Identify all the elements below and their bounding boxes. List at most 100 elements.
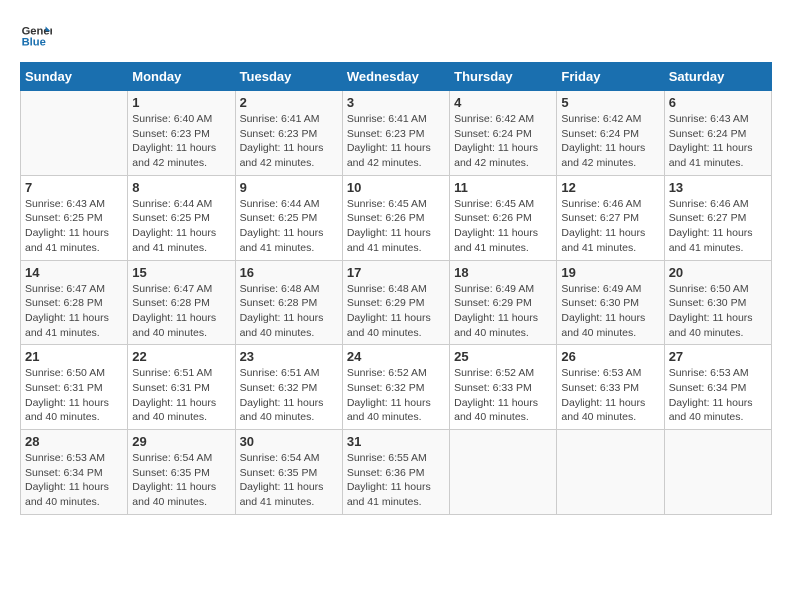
calendar-body: 1 Sunrise: 6:40 AMSunset: 6:23 PMDaylight… — [21, 91, 772, 515]
col-header-wednesday: Wednesday — [342, 63, 449, 91]
day-number: 25 — [454, 349, 552, 364]
week-row-5: 28 Sunrise: 6:53 AMSunset: 6:34 PMDayligh… — [21, 430, 772, 515]
day-number: 23 — [240, 349, 338, 364]
day-number: 18 — [454, 265, 552, 280]
calendar-header: SundayMondayTuesdayWednesdayThursdayFrid… — [21, 63, 772, 91]
day-number: 15 — [132, 265, 230, 280]
calendar-cell: 2 Sunrise: 6:41 AMSunset: 6:23 PMDaylight… — [235, 91, 342, 176]
logo-icon: General Blue — [20, 20, 52, 52]
page-header: General Blue — [20, 20, 772, 52]
day-number: 21 — [25, 349, 123, 364]
day-info: Sunrise: 6:53 AMSunset: 6:33 PMDaylight:… — [561, 366, 659, 425]
day-info: Sunrise: 6:50 AMSunset: 6:30 PMDaylight:… — [669, 282, 767, 341]
calendar-cell: 14 Sunrise: 6:47 AMSunset: 6:28 PMDayligh… — [21, 260, 128, 345]
day-info: Sunrise: 6:51 AMSunset: 6:32 PMDaylight:… — [240, 366, 338, 425]
day-number: 26 — [561, 349, 659, 364]
calendar-cell: 24 Sunrise: 6:52 AMSunset: 6:32 PMDayligh… — [342, 345, 449, 430]
day-number: 9 — [240, 180, 338, 195]
calendar-cell: 18 Sunrise: 6:49 AMSunset: 6:29 PMDayligh… — [450, 260, 557, 345]
day-number: 6 — [669, 95, 767, 110]
col-header-sunday: Sunday — [21, 63, 128, 91]
col-header-monday: Monday — [128, 63, 235, 91]
week-row-3: 14 Sunrise: 6:47 AMSunset: 6:28 PMDayligh… — [21, 260, 772, 345]
calendar-cell: 10 Sunrise: 6:45 AMSunset: 6:26 PMDayligh… — [342, 175, 449, 260]
day-number: 20 — [669, 265, 767, 280]
day-info: Sunrise: 6:54 AMSunset: 6:35 PMDaylight:… — [132, 451, 230, 510]
day-number: 17 — [347, 265, 445, 280]
calendar-cell: 22Sunrise: 6:51 AMSunset: 6:31 PMDayligh… — [128, 345, 235, 430]
day-number: 29 — [132, 434, 230, 449]
day-info: Sunrise: 6:46 AMSunset: 6:27 PMDaylight:… — [561, 197, 659, 256]
day-info: Sunrise: 6:52 AMSunset: 6:33 PMDaylight:… — [454, 366, 552, 425]
col-header-friday: Friday — [557, 63, 664, 91]
day-number: 7 — [25, 180, 123, 195]
day-info: Sunrise: 6:47 AMSunset: 6:28 PMDaylight:… — [25, 282, 123, 341]
week-row-1: 1 Sunrise: 6:40 AMSunset: 6:23 PMDaylight… — [21, 91, 772, 176]
logo: General Blue — [20, 20, 56, 52]
day-info: Sunrise: 6:46 AMSunset: 6:27 PMDaylight:… — [669, 197, 767, 256]
calendar-cell: 31 Sunrise: 6:55 AMSunset: 6:36 PMDayligh… — [342, 430, 449, 515]
day-info: Sunrise: 6:49 AMSunset: 6:30 PMDaylight:… — [561, 282, 659, 341]
calendar-cell: 17 Sunrise: 6:48 AMSunset: 6:29 PMDayligh… — [342, 260, 449, 345]
calendar-cell: 4Sunrise: 6:42 AMSunset: 6:24 PMDaylight… — [450, 91, 557, 176]
calendar-cell: 5 Sunrise: 6:42 AMSunset: 6:24 PMDaylight… — [557, 91, 664, 176]
calendar-cell — [664, 430, 771, 515]
calendar-cell — [450, 430, 557, 515]
calendar-cell: 13 Sunrise: 6:46 AMSunset: 6:27 PMDayligh… — [664, 175, 771, 260]
calendar-cell: 15Sunrise: 6:47 AMSunset: 6:28 PMDayligh… — [128, 260, 235, 345]
day-number: 31 — [347, 434, 445, 449]
day-info: Sunrise: 6:41 AMSunset: 6:23 PMDaylight:… — [347, 112, 445, 171]
day-number: 1 — [132, 95, 230, 110]
day-info: Sunrise: 6:53 AMSunset: 6:34 PMDaylight:… — [25, 451, 123, 510]
svg-text:General: General — [22, 25, 52, 37]
calendar-cell: 21 Sunrise: 6:50 AMSunset: 6:31 PMDayligh… — [21, 345, 128, 430]
calendar-cell: 28 Sunrise: 6:53 AMSunset: 6:34 PMDayligh… — [21, 430, 128, 515]
calendar-cell — [557, 430, 664, 515]
svg-text:Blue: Blue — [22, 37, 46, 49]
calendar-cell: 16Sunrise: 6:48 AMSunset: 6:28 PMDayligh… — [235, 260, 342, 345]
day-number: 2 — [240, 95, 338, 110]
calendar-cell: 12Sunrise: 6:46 AMSunset: 6:27 PMDayligh… — [557, 175, 664, 260]
calendar-cell: 7Sunrise: 6:43 AMSunset: 6:25 PMDaylight… — [21, 175, 128, 260]
day-info: Sunrise: 6:42 AMSunset: 6:24 PMDaylight:… — [561, 112, 659, 171]
calendar-cell — [21, 91, 128, 176]
calendar-cell: 6 Sunrise: 6:43 AMSunset: 6:24 PMDaylight… — [664, 91, 771, 176]
day-number: 19 — [561, 265, 659, 280]
calendar-cell: 25 Sunrise: 6:52 AMSunset: 6:33 PMDayligh… — [450, 345, 557, 430]
day-number: 3 — [347, 95, 445, 110]
day-number: 28 — [25, 434, 123, 449]
day-number: 14 — [25, 265, 123, 280]
day-info: Sunrise: 6:44 AMSunset: 6:25 PMDaylight:… — [240, 197, 338, 256]
day-number: 4 — [454, 95, 552, 110]
day-number: 11 — [454, 180, 552, 195]
day-info: Sunrise: 6:50 AMSunset: 6:31 PMDaylight:… — [25, 366, 123, 425]
day-number: 10 — [347, 180, 445, 195]
day-info: Sunrise: 6:55 AMSunset: 6:36 PMDaylight:… — [347, 451, 445, 510]
day-info: Sunrise: 6:48 AMSunset: 6:29 PMDaylight:… — [347, 282, 445, 341]
calendar-cell: 8 Sunrise: 6:44 AMSunset: 6:25 PMDaylight… — [128, 175, 235, 260]
day-info: Sunrise: 6:49 AMSunset: 6:29 PMDaylight:… — [454, 282, 552, 341]
day-info: Sunrise: 6:44 AMSunset: 6:25 PMDaylight:… — [132, 197, 230, 256]
calendar-cell: 30Sunrise: 6:54 AMSunset: 6:35 PMDayligh… — [235, 430, 342, 515]
col-header-saturday: Saturday — [664, 63, 771, 91]
calendar-cell: 29 Sunrise: 6:54 AMSunset: 6:35 PMDayligh… — [128, 430, 235, 515]
day-info: Sunrise: 6:52 AMSunset: 6:32 PMDaylight:… — [347, 366, 445, 425]
day-info: Sunrise: 6:41 AMSunset: 6:23 PMDaylight:… — [240, 112, 338, 171]
day-number: 27 — [669, 349, 767, 364]
calendar-cell: 23 Sunrise: 6:51 AMSunset: 6:32 PMDayligh… — [235, 345, 342, 430]
col-header-tuesday: Tuesday — [235, 63, 342, 91]
day-info: Sunrise: 6:45 AMSunset: 6:26 PMDaylight:… — [454, 197, 552, 256]
day-info: Sunrise: 6:40 AMSunset: 6:23 PMDaylight:… — [132, 112, 230, 171]
day-number: 5 — [561, 95, 659, 110]
calendar-cell: 11 Sunrise: 6:45 AMSunset: 6:26 PMDayligh… — [450, 175, 557, 260]
week-row-4: 21 Sunrise: 6:50 AMSunset: 6:31 PMDayligh… — [21, 345, 772, 430]
day-info: Sunrise: 6:53 AMSunset: 6:34 PMDaylight:… — [669, 366, 767, 425]
calendar-cell: 1 Sunrise: 6:40 AMSunset: 6:23 PMDaylight… — [128, 91, 235, 176]
day-info: Sunrise: 6:45 AMSunset: 6:26 PMDaylight:… — [347, 197, 445, 256]
calendar-cell: 26 Sunrise: 6:53 AMSunset: 6:33 PMDayligh… — [557, 345, 664, 430]
day-number: 24 — [347, 349, 445, 364]
day-number: 13 — [669, 180, 767, 195]
day-number: 8 — [132, 180, 230, 195]
calendar-cell: 20 Sunrise: 6:50 AMSunset: 6:30 PMDayligh… — [664, 260, 771, 345]
day-info: Sunrise: 6:43 AMSunset: 6:24 PMDaylight:… — [669, 112, 767, 171]
